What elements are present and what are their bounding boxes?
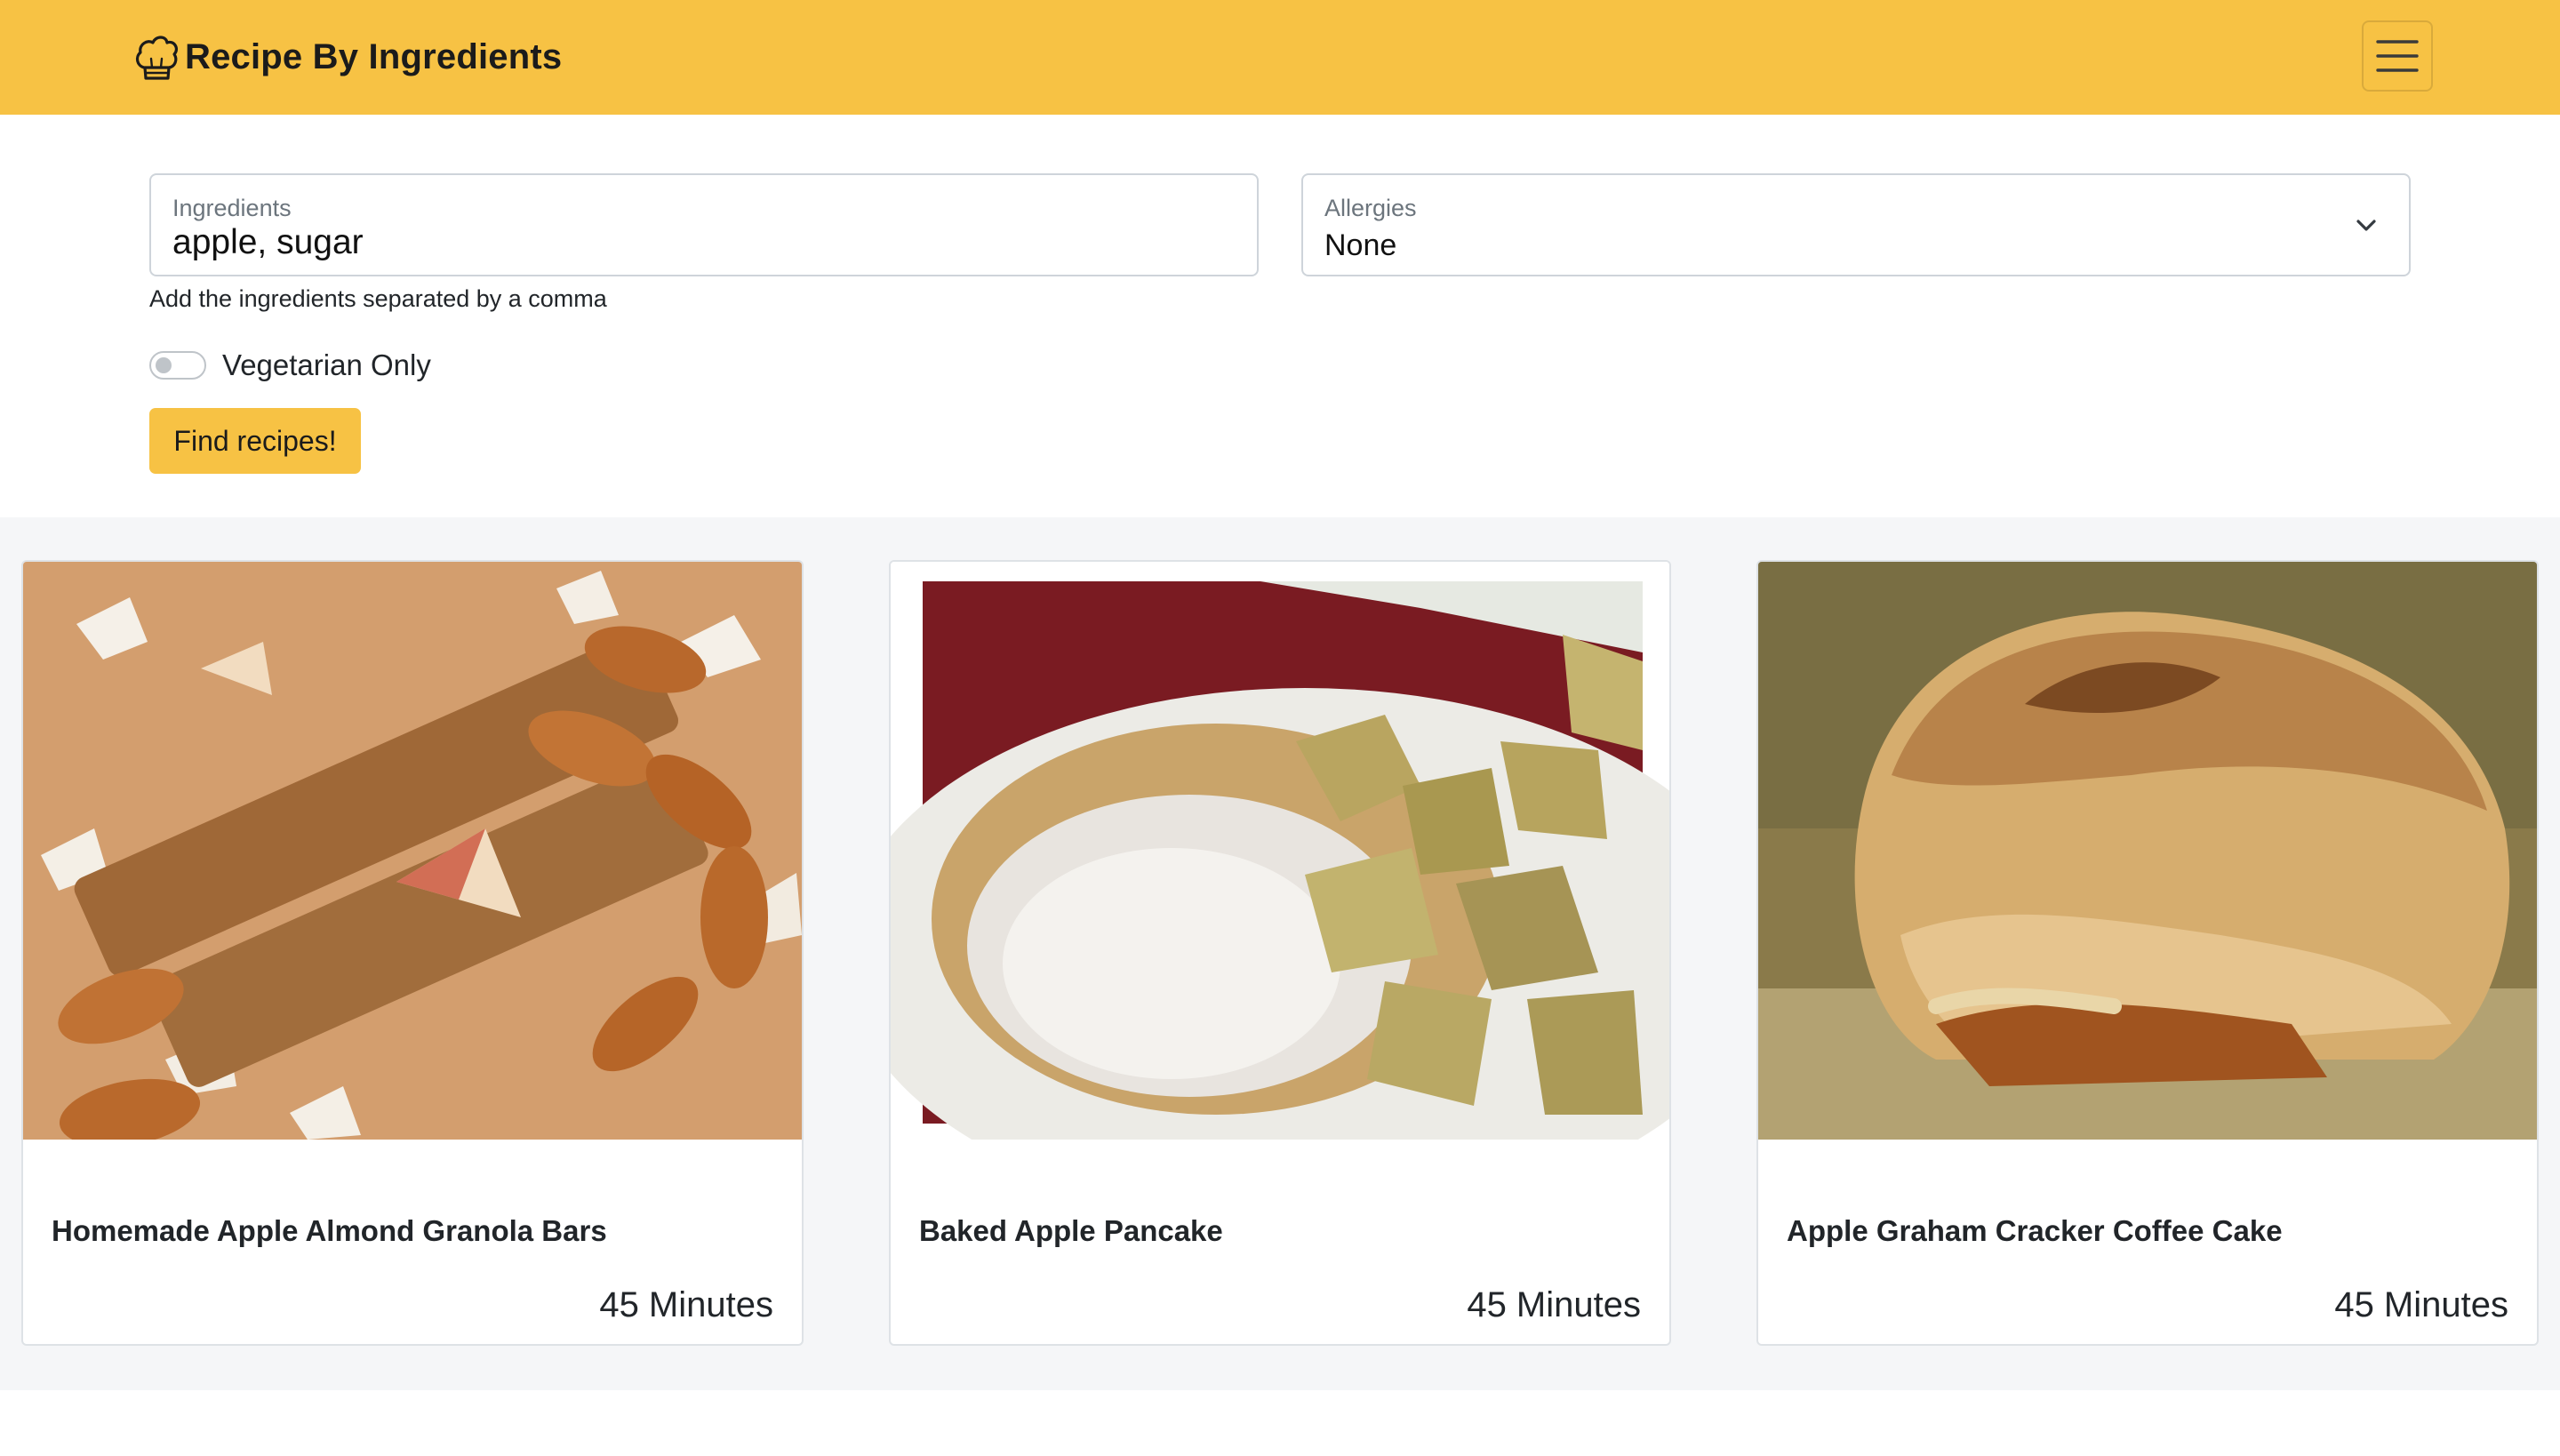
recipe-card[interactable]: Apple Graham Cracker Coffee Cake 45 Minu… bbox=[1756, 560, 2539, 1346]
results-section: Homemade Apple Almond Granola Bars 45 Mi… bbox=[0, 517, 2560, 1390]
coffee-cake-photo[interactable] bbox=[1758, 562, 2537, 1140]
allergies-selected-value: None bbox=[1324, 228, 1397, 262]
brand[interactable]: Recipe By Ingredients bbox=[133, 30, 562, 84]
ingredients-input[interactable] bbox=[172, 223, 1168, 262]
menu-toggle-button[interactable] bbox=[2362, 20, 2433, 92]
allergies-select[interactable]: Allergies None bbox=[1301, 173, 2411, 276]
granola-bars-photo[interactable] bbox=[23, 562, 802, 1140]
find-recipes-button[interactable]: Find recipes! bbox=[149, 408, 361, 474]
recipe-card[interactable]: Baked Apple Pancake 45 Minutes bbox=[889, 560, 1671, 1346]
recipe-title[interactable]: Apple Graham Cracker Coffee Cake bbox=[1787, 1214, 2283, 1248]
recipe-title[interactable]: Baked Apple Pancake bbox=[919, 1214, 1223, 1248]
recipe-time: 45 Minutes bbox=[599, 1285, 773, 1324]
ingredients-help-text: Add the ingredients separated by a comma bbox=[149, 285, 607, 312]
search-form: Ingredients Allergies None Add the ingre… bbox=[0, 115, 2560, 517]
recipe-card[interactable]: Homemade Apple Almond Granola Bars 45 Mi… bbox=[21, 560, 804, 1346]
allergies-label: Allergies bbox=[1324, 195, 1417, 221]
ingredients-field[interactable]: Ingredients bbox=[149, 173, 1259, 276]
vegetarian-label[interactable]: Vegetarian Only bbox=[222, 348, 431, 382]
brand-title: Recipe By Ingredients bbox=[185, 36, 563, 76]
hamburger-menu-icon bbox=[2376, 40, 2419, 72]
vegetarian-toggle-row: Vegetarian Only bbox=[149, 348, 431, 383]
recipe-title[interactable]: Homemade Apple Almond Granola Bars bbox=[52, 1214, 607, 1248]
ingredients-label: Ingredients bbox=[172, 195, 292, 221]
navbar: Recipe By Ingredients bbox=[0, 0, 2560, 115]
chef-hat-icon bbox=[135, 36, 179, 80]
apple-pancake-photo[interactable] bbox=[891, 562, 1669, 1140]
chevron-down-icon bbox=[2356, 220, 2376, 231]
recipe-time: 45 Minutes bbox=[1467, 1285, 1641, 1324]
vegetarian-switch[interactable] bbox=[149, 351, 206, 380]
recipe-time: 45 Minutes bbox=[2334, 1285, 2508, 1324]
